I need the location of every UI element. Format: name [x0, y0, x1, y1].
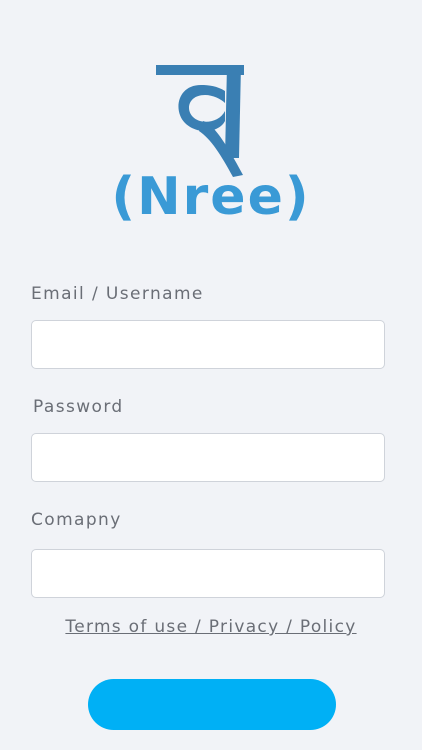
- password-input[interactable]: [31, 433, 385, 482]
- company-label: Comapny: [31, 510, 122, 530]
- email-username-label: Email / Username: [31, 284, 204, 304]
- submit-button[interactable]: [88, 679, 336, 730]
- password-label: Password: [33, 397, 124, 417]
- nree-glyph-logo-icon: [156, 65, 244, 177]
- company-input[interactable]: [31, 549, 385, 598]
- terms-privacy-policy-link[interactable]: Terms of use / Privacy / Policy: [0, 617, 422, 637]
- email-username-input[interactable]: [31, 320, 385, 369]
- brand-logo: (Nree): [0, 55, 422, 235]
- brand-name: (Nree): [111, 167, 311, 227]
